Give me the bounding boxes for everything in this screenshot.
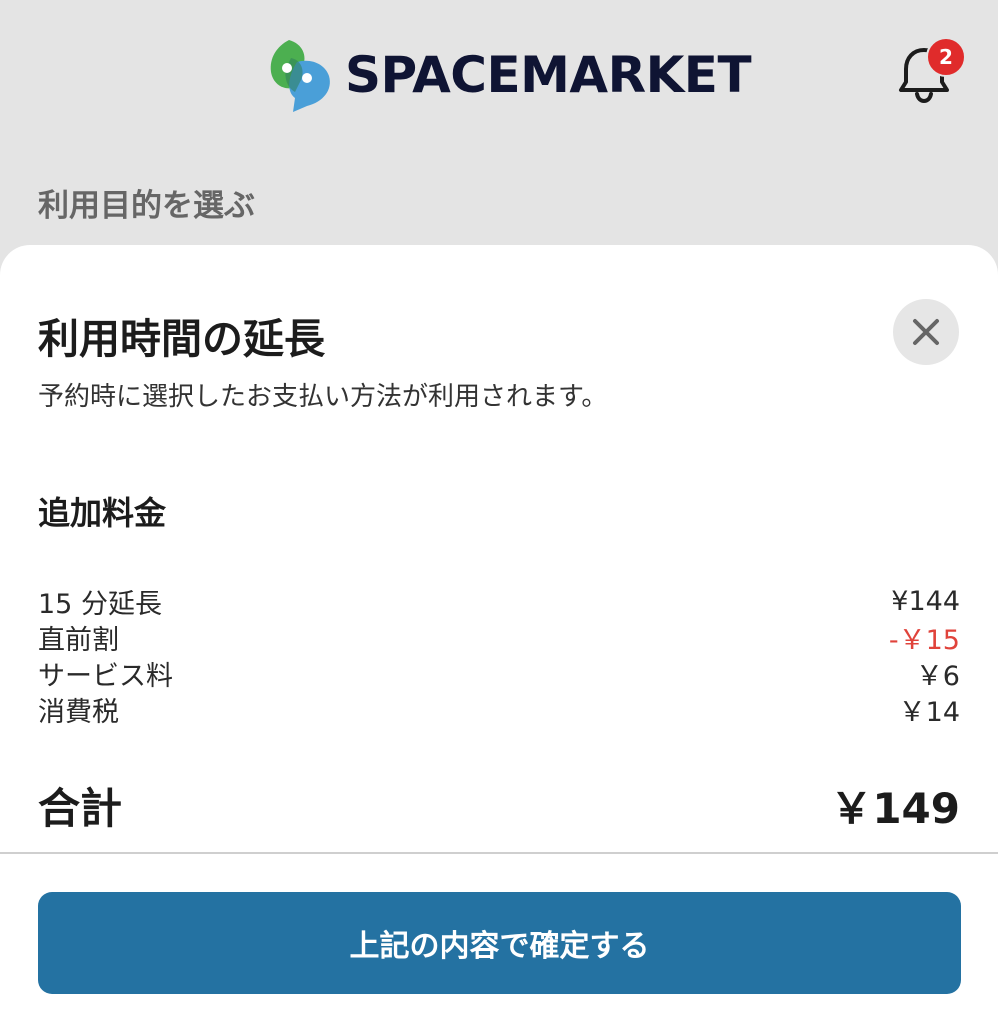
fee-amount: ￥6 — [915, 660, 960, 692]
extension-sheet: 利用時間の延長 予約時に選択したお支払い方法が利用されます。 追加料金 15 分… — [0, 245, 998, 1024]
brand-name: SPACEMARKET — [345, 46, 752, 104]
fee-row-service: サービス料 ￥6 — [38, 655, 960, 692]
fee-row-tax: 消費税 ￥14 — [38, 691, 960, 728]
fee-label: 15 分延長 — [38, 588, 162, 620]
confirm-button[interactable]: 上記の内容で確定する — [38, 892, 961, 994]
fee-label: 直前割 — [38, 624, 119, 656]
close-button[interactable] — [893, 299, 959, 365]
app-header: SPACEMARKET 2 利用目的を選ぶ — [0, 0, 998, 224]
payment-note: 予約時に選択したお支払い方法が利用されます。 — [38, 382, 608, 412]
fee-row-discount: 直前割 -￥15 — [38, 619, 960, 656]
fee-label: サービス料 — [38, 660, 173, 692]
total-label: 合計 — [38, 784, 123, 833]
fee-heading: 追加料金 — [38, 494, 167, 532]
fee-label: 消費税 — [38, 696, 119, 728]
total-amount: ￥149 — [830, 784, 960, 833]
fee-amount: ￥14 — [898, 696, 960, 728]
fee-row-extension: 15 分延長 ¥144 — [38, 583, 960, 620]
close-icon — [913, 319, 939, 345]
brand-logo[interactable]: SPACEMARKET — [267, 36, 752, 114]
fee-list: 15 分延長 ¥144 直前割 -￥15 サービス料 ￥6 消費税 ￥14 — [38, 583, 960, 728]
sheet-title: 利用時間の延長 — [38, 315, 325, 363]
spacemarket-logo-icon — [270, 40, 330, 112]
divider — [0, 852, 998, 854]
background-section-title: 利用目的を選ぶ — [38, 188, 255, 224]
total-row: 合計 ￥149 — [38, 775, 960, 836]
notification-badge: 2 — [926, 37, 966, 77]
fee-amount: ¥144 — [891, 585, 960, 617]
page: SPACEMARKET 2 利用目的を選ぶ 利用時間の延長 予約時に選択したお支… — [0, 0, 998, 1024]
fee-amount-discount: -￥15 — [888, 624, 960, 656]
